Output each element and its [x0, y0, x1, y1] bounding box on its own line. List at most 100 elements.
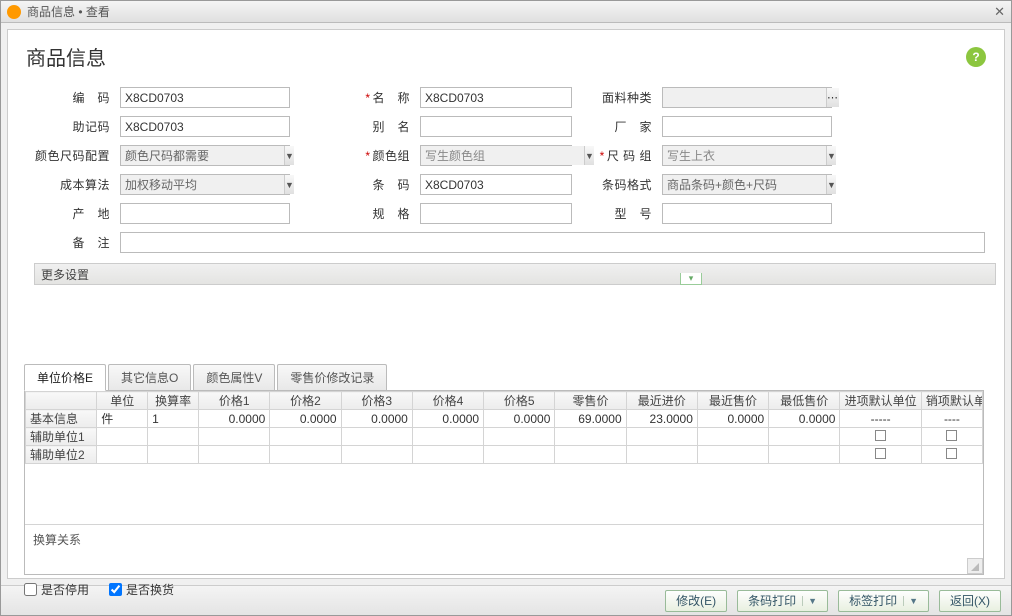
- cell[interactable]: 0.0000: [199, 410, 270, 428]
- chk-discontinued[interactable]: 是否停用: [24, 581, 89, 598]
- model-input[interactable]: [662, 203, 832, 224]
- col-rate[interactable]: 换算率: [148, 392, 199, 410]
- cell[interactable]: [341, 446, 412, 464]
- cell[interactable]: [769, 446, 840, 464]
- cell[interactable]: 辅助单位1: [26, 428, 97, 446]
- tab-other-info[interactable]: 其它信息O: [108, 364, 191, 390]
- col-def-out[interactable]: 销项默认单: [921, 392, 982, 410]
- col-def-in[interactable]: 进项默认单位: [840, 392, 921, 410]
- cell[interactable]: 0.0000: [412, 410, 483, 428]
- tab-retail-history[interactable]: 零售价修改记录: [277, 364, 387, 390]
- col-minout[interactable]: 最低售价: [769, 392, 840, 410]
- tab-unit-price[interactable]: 单位价格E: [24, 364, 106, 391]
- sizegroup-select[interactable]: ▼: [662, 145, 832, 166]
- checkbox-icon[interactable]: [875, 448, 886, 459]
- label-remark: 备 注: [30, 234, 120, 251]
- remark-input[interactable]: [120, 232, 985, 253]
- cell[interactable]: 件: [97, 410, 148, 428]
- expand-toggle-icon[interactable]: ▾: [680, 273, 702, 285]
- cell[interactable]: [769, 428, 840, 446]
- barcode-fmt-select[interactable]: ▼: [662, 174, 832, 195]
- cell[interactable]: [697, 446, 768, 464]
- cell[interactable]: [199, 446, 270, 464]
- col-lastin[interactable]: 最近进价: [626, 392, 697, 410]
- cell[interactable]: 0.0000: [484, 410, 555, 428]
- col-price3[interactable]: 价格3: [341, 392, 412, 410]
- cell[interactable]: [840, 446, 921, 464]
- chevron-down-icon[interactable]: ▼: [284, 146, 294, 165]
- cell[interactable]: ----: [921, 410, 982, 428]
- help-icon[interactable]: ?: [966, 47, 986, 67]
- cell[interactable]: [626, 446, 697, 464]
- cell[interactable]: [412, 446, 483, 464]
- cell[interactable]: [341, 428, 412, 446]
- ellipsis-icon[interactable]: ⋯: [826, 88, 839, 107]
- name-input[interactable]: [420, 87, 572, 108]
- cost-select[interactable]: ▼: [120, 174, 290, 195]
- checkbox-icon[interactable]: [946, 430, 957, 441]
- cell[interactable]: [484, 428, 555, 446]
- col-price5[interactable]: 价格5: [484, 392, 555, 410]
- col-price2[interactable]: 价格2: [270, 392, 341, 410]
- col-retail[interactable]: 零售价: [555, 392, 626, 410]
- chk-exchangeable-box[interactable]: [109, 583, 122, 596]
- alias-input[interactable]: [420, 116, 572, 137]
- tab-color-attr[interactable]: 颜色属性V: [193, 364, 275, 390]
- more-settings-label: 更多设置: [41, 266, 89, 283]
- cell[interactable]: [921, 446, 982, 464]
- origin-input[interactable]: [120, 203, 290, 224]
- col-unit[interactable]: 单位: [97, 392, 148, 410]
- more-settings-bar[interactable]: 更多设置 ▾: [34, 263, 996, 285]
- table-row[interactable]: 基本信息件10.00000.00000.00000.00000.000069.0…: [26, 410, 983, 428]
- chevron-down-icon[interactable]: ▼: [826, 146, 836, 165]
- table-row[interactable]: 辅助单位2: [26, 446, 983, 464]
- barcode-input[interactable]: [420, 174, 572, 195]
- cell[interactable]: 0.0000: [697, 410, 768, 428]
- mnemonic-input[interactable]: [120, 116, 290, 137]
- cell[interactable]: [484, 446, 555, 464]
- spec-input[interactable]: [420, 203, 572, 224]
- cell[interactable]: [921, 428, 982, 446]
- cell[interactable]: [270, 428, 341, 446]
- code-input[interactable]: [120, 87, 290, 108]
- cell[interactable]: [412, 428, 483, 446]
- cell[interactable]: 0.0000: [270, 410, 341, 428]
- cell[interactable]: [148, 428, 199, 446]
- cell[interactable]: [697, 428, 768, 446]
- col-blank[interactable]: [26, 392, 97, 410]
- material-select[interactable]: ⋯: [662, 87, 832, 108]
- cell[interactable]: -----: [840, 410, 921, 428]
- col-price1[interactable]: 价格1: [199, 392, 270, 410]
- cell[interactable]: 0.0000: [341, 410, 412, 428]
- checkbox-icon[interactable]: [946, 448, 957, 459]
- cell[interactable]: [148, 446, 199, 464]
- colorgroup-select[interactable]: ▼: [420, 145, 572, 166]
- cell[interactable]: [626, 428, 697, 446]
- cell[interactable]: 辅助单位2: [26, 446, 97, 464]
- cell[interactable]: 1: [148, 410, 199, 428]
- close-icon[interactable]: ✕: [994, 4, 1005, 20]
- cell[interactable]: [97, 446, 148, 464]
- cell[interactable]: [97, 428, 148, 446]
- col-price4[interactable]: 价格4: [412, 392, 483, 410]
- chevron-down-icon[interactable]: ▼: [284, 175, 294, 194]
- cell[interactable]: [555, 428, 626, 446]
- cell[interactable]: 基本信息: [26, 410, 97, 428]
- cell[interactable]: 69.0000: [555, 410, 626, 428]
- cell[interactable]: [199, 428, 270, 446]
- label-cost: 成本算法: [30, 176, 120, 193]
- col-lastout[interactable]: 最近售价: [697, 392, 768, 410]
- cell[interactable]: 23.0000: [626, 410, 697, 428]
- colorsize-cfg-select[interactable]: ▼: [120, 145, 290, 166]
- cell[interactable]: 0.0000: [769, 410, 840, 428]
- chk-discontinued-box[interactable]: [24, 583, 37, 596]
- cell[interactable]: [555, 446, 626, 464]
- cell[interactable]: [840, 428, 921, 446]
- price-grid[interactable]: 单位 换算率 价格1 价格2 价格3 价格4 价格5 零售价 最近进价 最近售价…: [25, 391, 983, 464]
- factory-input[interactable]: [662, 116, 832, 137]
- chk-exchangeable[interactable]: 是否换货: [109, 581, 174, 598]
- cell[interactable]: [270, 446, 341, 464]
- chevron-down-icon[interactable]: ▼: [826, 175, 836, 194]
- table-row[interactable]: 辅助单位1: [26, 428, 983, 446]
- checkbox-icon[interactable]: [875, 430, 886, 441]
